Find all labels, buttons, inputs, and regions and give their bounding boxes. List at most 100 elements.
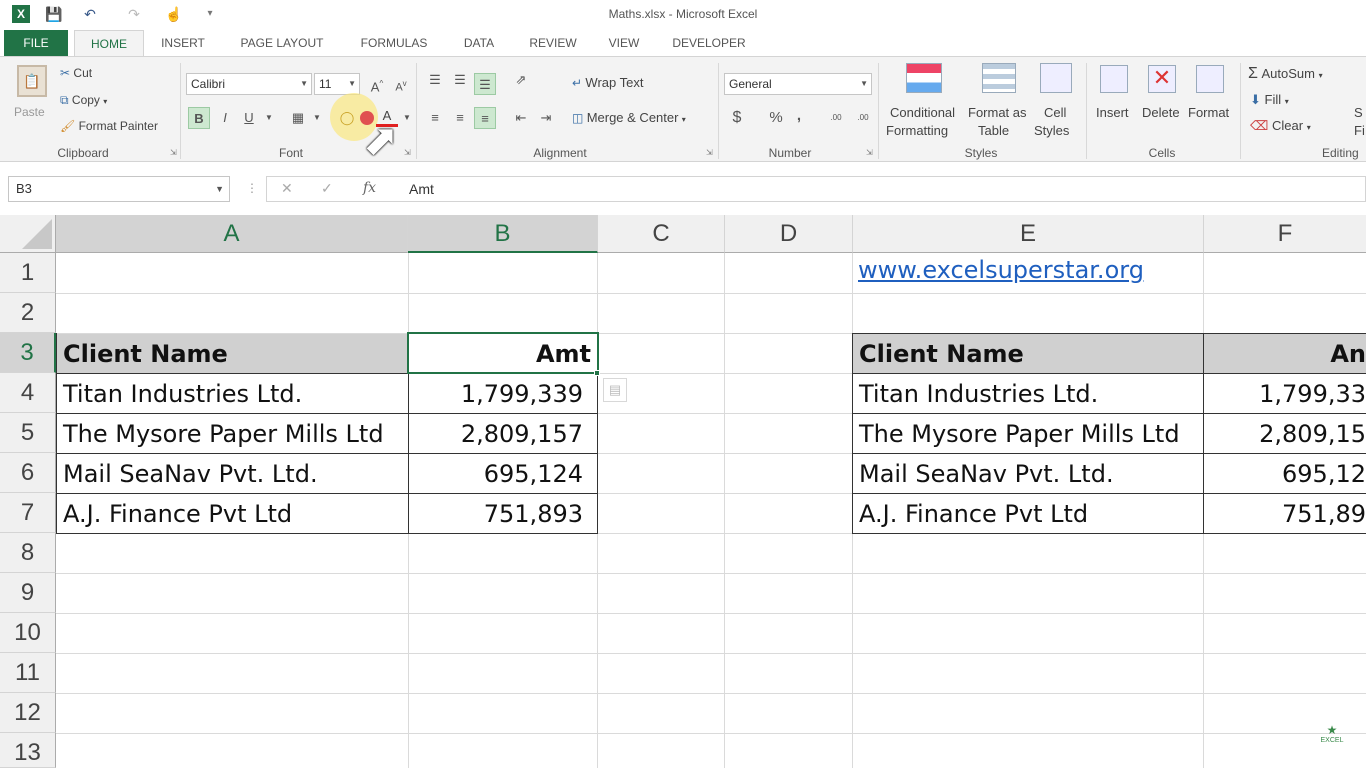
fill-handle[interactable] <box>594 370 600 376</box>
insert-function-icon[interactable]: fx <box>363 180 376 196</box>
wrap-text-button[interactable]: ↵ Wrap Text <box>572 75 643 90</box>
chevron-down-icon[interactable]: ▼ <box>396 107 418 129</box>
table1-client-cell[interactable]: Mail SeaNav Pvt. Ltd. <box>57 454 408 494</box>
formula-input[interactable]: ✕ ✓ fx Amt <box>266 176 1366 202</box>
align-left-icon[interactable]: ≡ <box>424 107 446 129</box>
merge-center-button[interactable]: ◫ Merge & Center ▾ <box>572 110 686 125</box>
name-box[interactable]: B3 ▼ <box>8 176 230 202</box>
row-header-10[interactable]: 10 <box>0 613 56 653</box>
tab-home[interactable]: HOME <box>74 30 144 57</box>
column-header-a[interactable]: A <box>56 215 408 253</box>
row-header-2[interactable]: 2 <box>0 293 56 333</box>
enter-icon[interactable]: ✓ <box>321 180 333 197</box>
fill-color-icon[interactable]: ◯ <box>336 107 358 129</box>
paste-button[interactable]: 📋 <box>12 65 52 101</box>
align-middle-icon[interactable]: ☰ <box>449 69 471 91</box>
table1-client-cell[interactable]: A.J. Finance Pvt Ltd <box>57 494 408 534</box>
table2-amt-cell[interactable]: 751,89 <box>1204 494 1366 534</box>
column-header-b[interactable]: B <box>408 215 598 253</box>
align-center-icon[interactable]: ≡ <box>449 107 471 129</box>
font-name-combo[interactable]: Calibri ▼ <box>186 73 312 95</box>
chevron-down-icon[interactable]: ▼ <box>306 107 328 129</box>
website-link[interactable]: www.excelsuperstar.org <box>858 256 1144 284</box>
table2-amt-cell[interactable]: 1,799,33 <box>1204 374 1366 414</box>
column-header-e[interactable]: E <box>853 215 1204 253</box>
row-header-13[interactable]: 13 <box>0 733 56 768</box>
number-launcher-icon[interactable]: ⇲ <box>866 148 873 157</box>
row-header-8[interactable]: 8 <box>0 533 56 573</box>
copy-button[interactable]: ⧉ Copy ▾ <box>60 93 107 108</box>
percent-button[interactable]: % <box>765 107 787 129</box>
insert-button[interactable]: Insert <box>1096 105 1129 120</box>
clipboard-launcher-icon[interactable]: ⇲ <box>170 148 177 157</box>
row-header-3[interactable]: 3 <box>0 333 56 373</box>
font-size-combo[interactable]: 11 ▼ <box>314 73 360 95</box>
column-header-c[interactable]: C <box>598 215 725 253</box>
table2-amt-cell[interactable]: 695,12 <box>1204 454 1366 494</box>
tab-formulas[interactable]: FORMULAS <box>348 30 440 57</box>
column-header-f[interactable]: F <box>1204 215 1366 253</box>
increase-decimal-button[interactable]: .00 <box>825 107 847 129</box>
row-header-9[interactable]: 9 <box>0 573 56 613</box>
row-header-11[interactable]: 11 <box>0 653 56 693</box>
decrease-indent-icon[interactable]: ⇤ <box>510 107 532 129</box>
table2-client-cell[interactable]: The Mysore Paper Mills Ltd <box>853 414 1203 454</box>
underline-button[interactable]: U <box>238 107 260 129</box>
tab-data[interactable]: DATA <box>452 30 506 57</box>
table2-header-amt[interactable]: An <box>1204 334 1366 374</box>
cell-styles-button[interactable]: Cell <box>1044 105 1066 120</box>
grow-font-icon[interactable]: A^ <box>366 73 388 95</box>
orientation-icon[interactable]: ⇗ <box>510 69 532 91</box>
tab-file[interactable]: FILE <box>4 30 68 57</box>
table1-client-cell[interactable]: The Mysore Paper Mills Ltd <box>57 414 408 454</box>
row-header-6[interactable]: 6 <box>0 453 56 493</box>
conditional-formatting-button[interactable]: Conditional <box>890 105 955 120</box>
table1-amt-cell[interactable]: 751,893 <box>409 494 597 534</box>
align-top-icon[interactable]: ☰ <box>424 69 446 91</box>
increase-indent-icon[interactable]: ⇥ <box>535 107 557 129</box>
table2-amt-cell[interactable]: 2,809,15 <box>1204 414 1366 454</box>
table2-header-client[interactable]: Client Name <box>853 334 1203 374</box>
fill-button[interactable]: ⬇ Fill ▾ <box>1250 92 1289 108</box>
table1-amt-cell[interactable]: 695,124 <box>409 454 597 494</box>
format-painter-button[interactable]: 🖌 Format Painter <box>60 119 158 133</box>
currency-button[interactable]: $ <box>726 107 748 129</box>
row-header-4[interactable]: 4 <box>0 373 56 413</box>
table2-client-cell[interactable]: Titan Industries Ltd. <box>853 374 1203 414</box>
sort-filter-label[interactable]: S <box>1354 105 1363 120</box>
row-header-1[interactable]: 1 <box>0 253 56 293</box>
row-header-7[interactable]: 7 <box>0 493 56 533</box>
spreadsheet-grid[interactable]: A B C D E F 1 2 3 4 5 6 7 8 9 10 11 12 1… <box>0 215 1366 768</box>
cut-button[interactable]: ✂ Cut <box>60 66 92 80</box>
select-all-corner[interactable] <box>0 215 56 253</box>
tab-insert[interactable]: INSERT <box>150 30 216 57</box>
tab-review[interactable]: REVIEW <box>520 30 586 57</box>
format-as-table-button[interactable]: Format as <box>968 105 1027 120</box>
delete-button[interactable]: Delete <box>1142 105 1180 120</box>
table2-client-cell[interactable]: A.J. Finance Pvt Ltd <box>853 494 1203 534</box>
shrink-font-icon[interactable]: Av <box>390 73 412 95</box>
table1-client-cell[interactable]: Titan Industries Ltd. <box>57 374 408 414</box>
bold-button[interactable]: B <box>188 107 210 129</box>
column-header-d[interactable]: D <box>725 215 853 253</box>
table1-amt-cell[interactable]: 2,809,157 <box>409 414 597 454</box>
clear-button[interactable]: ⌫ Clear ▾ <box>1250 118 1311 134</box>
number-format-combo[interactable]: General ▼ <box>724 73 872 95</box>
quick-analysis-icon[interactable]: ▤ <box>603 378 627 402</box>
table1-header-client[interactable]: Client Name <box>57 334 408 374</box>
align-bottom-icon[interactable]: ☰ <box>474 73 496 95</box>
italic-button[interactable]: I <box>214 107 236 129</box>
cancel-icon[interactable]: ✕ <box>281 180 293 197</box>
row-header-12[interactable]: 12 <box>0 693 56 733</box>
tab-view[interactable]: VIEW <box>598 30 650 57</box>
format-button[interactable]: Format <box>1188 105 1229 120</box>
tab-developer[interactable]: DEVELOPER <box>664 30 754 57</box>
decrease-decimal-button[interactable]: .00 <box>852 107 874 129</box>
font-launcher-icon[interactable]: ⇲ <box>404 148 411 157</box>
tab-page-layout[interactable]: PAGE LAYOUT <box>226 30 338 57</box>
table2-client-cell[interactable]: Mail SeaNav Pvt. Ltd. <box>853 454 1203 494</box>
comma-button[interactable]: , <box>788 105 810 127</box>
autosum-button[interactable]: Σ AutoSum ▾ <box>1248 65 1323 83</box>
alignment-launcher-icon[interactable]: ⇲ <box>706 148 713 157</box>
chevron-down-icon[interactable]: ▼ <box>258 107 280 129</box>
